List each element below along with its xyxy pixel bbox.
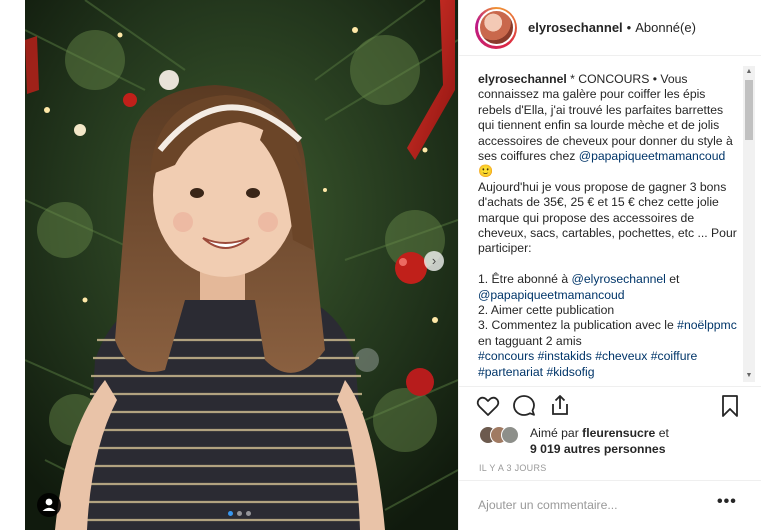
- step3-prefix: 3. Commentez la publication avec le: [478, 318, 674, 333]
- post-timestamp[interactable]: IL Y A 3 JOURS: [479, 463, 547, 473]
- hashtag-link[interactable]: #cheveux: [595, 349, 647, 363]
- left-gutter: [0, 0, 25, 530]
- carousel-dots: [228, 511, 251, 516]
- step1-and: et: [669, 272, 680, 287]
- liker-avatar: [501, 426, 519, 444]
- hashtag-link[interactable]: #noëlppmc: [677, 318, 737, 332]
- post-side-panel: elyrosechannel • Abonné(e) elyrosechanne…: [458, 0, 761, 530]
- scrollbar-thumb[interactable]: [745, 80, 753, 140]
- hashtag-link[interactable]: #concours: [478, 349, 534, 363]
- caption-scroll-area[interactable]: elyrosechannel * CONCOURS • Vous connais…: [459, 62, 761, 384]
- caption-hashtags: #concours #instakids #cheveux #coiffure …: [478, 349, 738, 380]
- post-actions-bar: [459, 386, 761, 424]
- comment-bar: Ajouter un commentaire... •••: [459, 480, 761, 530]
- more-options-icon[interactable]: •••: [717, 493, 737, 511]
- avatar-story-ring[interactable]: [475, 6, 517, 49]
- share-icon[interactable]: [547, 393, 573, 419]
- scroll-down-arrow-icon[interactable]: ▼: [743, 370, 755, 382]
- heart-icon[interactable]: [475, 393, 501, 419]
- brand-mention-link[interactable]: @papapiqueetmamancoud: [579, 149, 726, 163]
- comment-input[interactable]: Ajouter un commentaire...: [478, 498, 618, 512]
- user-tag-glyph: [42, 498, 56, 511]
- share-glyph: [552, 395, 568, 415]
- post-header: elyrosechannel • Abonné(e): [459, 0, 761, 56]
- caption-scrollbar[interactable]: ▲ ▼: [743, 66, 755, 382]
- caption-step-1: 1. Être abonné à @elyrosechannel et @pap…: [478, 272, 738, 303]
- user-tag-icon[interactable]: [37, 493, 61, 517]
- carousel-next-button[interactable]: ›: [424, 251, 444, 271]
- liker-username-link[interactable]: fleurensucre: [582, 426, 655, 440]
- caption-username-link[interactable]: elyrosechannel: [478, 72, 567, 86]
- liker-avatars[interactable]: [479, 426, 527, 444]
- likes-count-link[interactable]: 9 019 autres personnes: [530, 442, 666, 456]
- step3-suffix: en tagguant 2 amis: [478, 333, 582, 348]
- follow-status-button[interactable]: Abonné(e): [635, 20, 696, 35]
- likes-summary: Aimé par fleurensucre et 9 019 autres pe…: [479, 422, 749, 458]
- carousel-dot-active: [228, 511, 233, 516]
- caption-step-2: 2. Aimer cette publication: [478, 303, 615, 318]
- likes-text: Aimé par fleurensucre et 9 019 autres pe…: [530, 425, 669, 457]
- hashtag-link[interactable]: #partenariat: [478, 365, 543, 379]
- hashtag-link[interactable]: #coiffure: [651, 349, 698, 363]
- carousel-dot: [237, 511, 242, 516]
- comment-glyph: [513, 395, 535, 416]
- likes-connector: et: [658, 426, 669, 440]
- header-separator: •: [626, 20, 632, 35]
- smile-emoji-icon: 🙂: [478, 164, 494, 179]
- account-mention-link[interactable]: @elyrosechannel: [572, 272, 666, 286]
- heart-glyph: [476, 396, 500, 416]
- photo-illustration: [25, 0, 458, 530]
- hashtag-link[interactable]: #kidsofig: [546, 365, 594, 379]
- bookmark-glyph: [722, 395, 738, 417]
- post-photo[interactable]: [25, 0, 458, 530]
- caption-paragraph-2: Aujourd'hui je vous propose de gagner 3 …: [478, 179, 737, 256]
- caption-step-3: 3. Commentez la publication avec le #noë…: [478, 318, 738, 349]
- brand-mention-link-2[interactable]: @papapiqueetmamancoud: [478, 288, 625, 302]
- avatar: [477, 9, 515, 46]
- step1-prefix: 1. Être abonné à: [478, 272, 569, 287]
- bookmark-icon[interactable]: [717, 393, 743, 419]
- likes-prefix: Aimé par: [530, 426, 579, 440]
- hashtag-link[interactable]: #instakids: [538, 349, 592, 363]
- caption-intro: elyrosechannel * CONCOURS • Vous connais…: [478, 72, 738, 180]
- scroll-up-arrow-icon[interactable]: ▲: [743, 66, 755, 78]
- caption-text: elyrosechannel * CONCOURS • Vous connais…: [478, 72, 738, 380]
- header-username-link[interactable]: elyrosechannel: [528, 20, 623, 35]
- carousel-dot: [246, 511, 251, 516]
- comment-bubble-icon[interactable]: [511, 393, 537, 419]
